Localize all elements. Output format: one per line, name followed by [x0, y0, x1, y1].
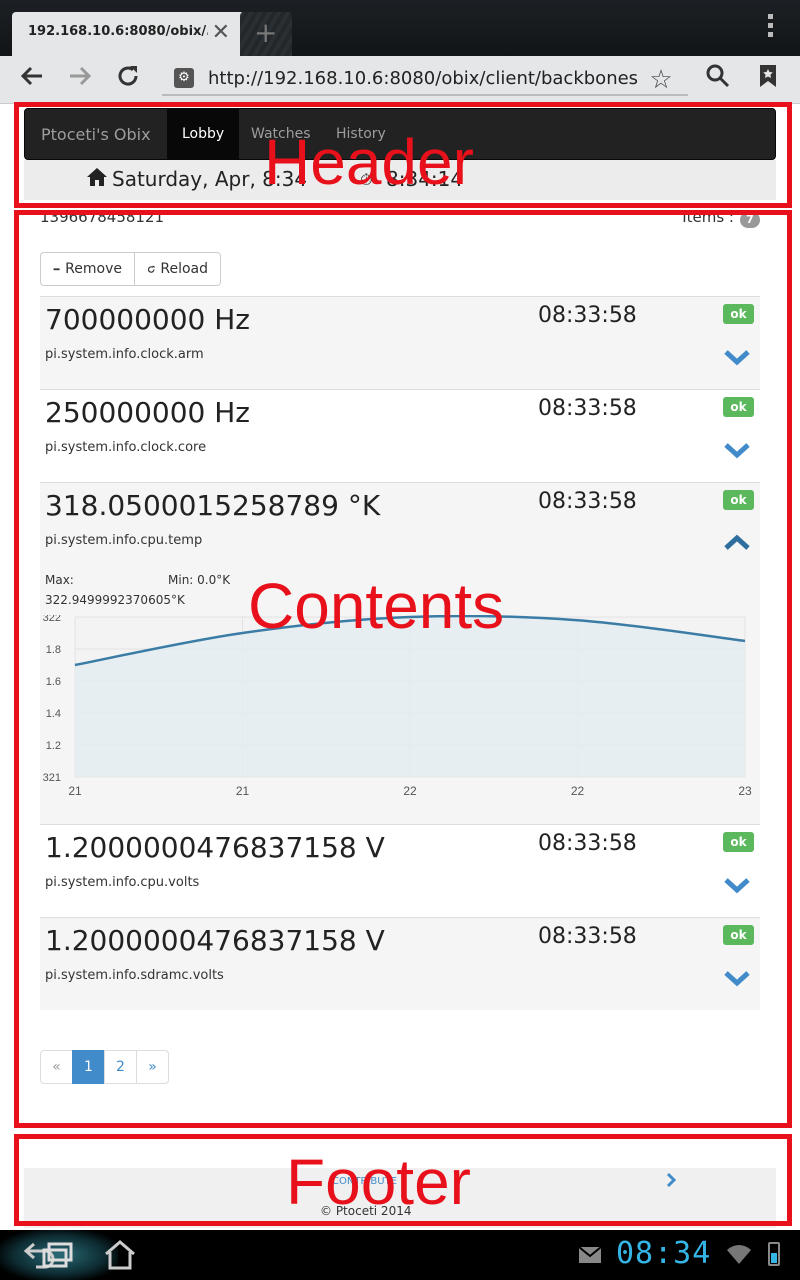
- battery-icon: [768, 1242, 780, 1266]
- browser-toolbar: ⚙ http://192.168.10.6:8080/obix/client/b…: [0, 56, 800, 104]
- address-bar[interactable]: ⚙ http://192.168.10.6:8080/obix/client/b…: [162, 64, 688, 96]
- back-icon[interactable]: [14, 62, 50, 98]
- footer-annotation-label: Footer: [286, 1146, 471, 1218]
- star-icon[interactable]: ☆: [643, 62, 679, 98]
- forward-icon[interactable]: [62, 62, 98, 98]
- mail-notification-icon: [578, 1246, 602, 1263]
- tab-close-icon[interactable]: ✕: [212, 20, 230, 45]
- browser-tab[interactable]: 192.168.10.6:8080/obix/... ✕: [12, 12, 244, 56]
- wifi-icon: [727, 1245, 751, 1264]
- reload-icon[interactable]: [110, 62, 146, 98]
- new-tab-button[interactable]: +: [240, 12, 292, 56]
- system-clock: 08:34: [616, 1236, 712, 1271]
- bookmarks-icon[interactable]: [750, 62, 786, 98]
- home-nav-icon[interactable]: [102, 1238, 138, 1272]
- overflow-menu-icon[interactable]: [768, 14, 774, 41]
- recent-apps-icon: [42, 1242, 73, 1268]
- plus-icon: +: [254, 16, 278, 49]
- site-info-icon[interactable]: ⚙: [174, 68, 194, 88]
- search-icon[interactable]: [700, 62, 736, 98]
- url-text[interactable]: http://192.168.10.6:8080/obix/client/bac…: [208, 68, 638, 89]
- browser-tab-title: 192.168.10.6:8080/obix/...: [28, 24, 208, 39]
- system-navigation-bar: 08:34: [0, 1230, 800, 1280]
- contents-annotation-label: Contents: [248, 570, 505, 642]
- browser-tabstrip: 192.168.10.6:8080/obix/... ✕ +: [0, 0, 800, 56]
- header-annotation-label: Header: [264, 126, 474, 198]
- contents-annotation-box: [14, 210, 792, 1128]
- recent-apps-button[interactable]: [0, 1230, 118, 1280]
